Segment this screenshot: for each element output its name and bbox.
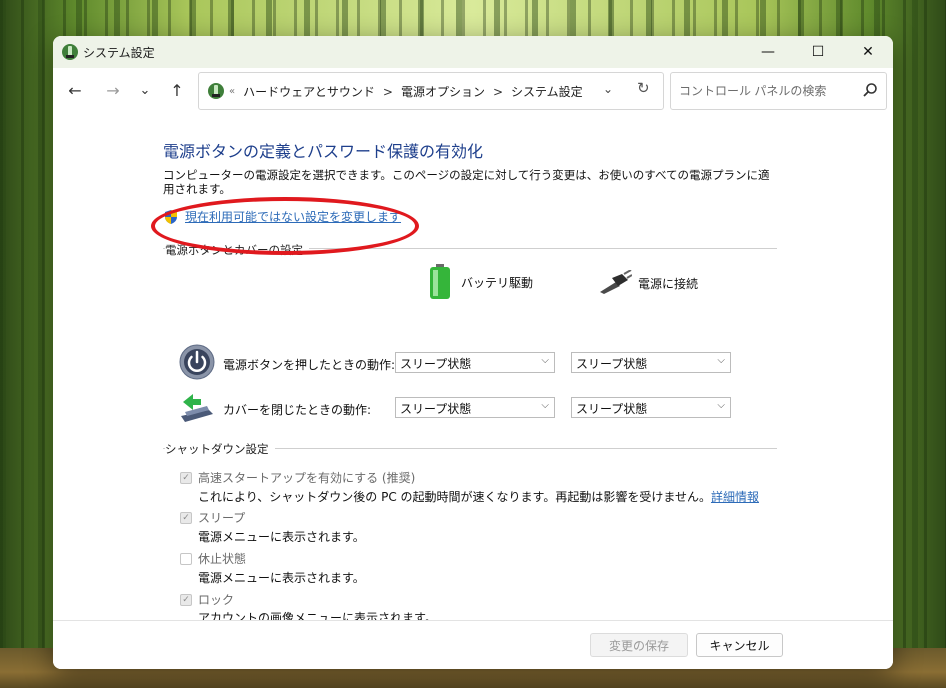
laptop-lid-icon	[181, 394, 213, 422]
select-value: スリープ状態	[400, 357, 472, 371]
address-bar[interactable]: « ハードウェアとサウンド > 電源オプション > システム設定 ⌄ ↻	[198, 72, 664, 110]
sleep-label: スリープ	[198, 511, 246, 525]
chevron-down-icon: ⌵	[541, 355, 549, 366]
lock-checkbox[interactable]: ✓	[180, 594, 192, 606]
battery-column-label: バッテリ駆動	[461, 275, 534, 290]
power-button-action-label: 電源ボタンを押したときの動作:	[223, 358, 396, 372]
lid-close-plugged-select[interactable]: スリープ状態 ⌵	[571, 397, 731, 418]
select-value: スリープ状態	[576, 357, 648, 371]
battery-column-header: バッテリ駆動	[429, 264, 533, 300]
chevron-down-icon: ⌵	[541, 400, 549, 411]
breadcrumb-overflow[interactable]: «	[229, 86, 235, 97]
plugged-column-header: 電源に接続	[598, 270, 698, 296]
hibernate-checkbox[interactable]	[180, 553, 192, 565]
power-plug-icon	[600, 270, 632, 294]
fast-startup-description-text: これにより、シャットダウン後の PC の起動時間が速くなります。再起動は影響を受…	[198, 490, 711, 504]
main-content: 電源ボタンの定義とパスワード保護の有効化 コンピューターの電源設定を選択できます…	[53, 112, 893, 625]
minimize-button[interactable]: —	[745, 36, 791, 68]
chevron-down-icon: ⌵	[717, 400, 725, 411]
forward-button[interactable]: →	[101, 78, 125, 102]
battery-icon	[430, 264, 450, 299]
shutdown-section-title: シャットダウン設定	[165, 441, 275, 457]
lid-close-battery-select[interactable]: スリープ状態 ⌵	[395, 397, 555, 418]
search-input[interactable]	[677, 81, 851, 101]
power-button-battery-select[interactable]: スリープ状態 ⌵	[395, 352, 555, 373]
fast-startup-description: これにより、シャットダウン後の PC の起動時間が速くなります。再起動は影響を受…	[198, 488, 759, 505]
search-icon[interactable]	[862, 82, 878, 98]
window-title: システム設定	[83, 46, 155, 60]
hibernate-description: 電源メニューに表示されます。	[198, 571, 365, 585]
cancel-button[interactable]: キャンセル	[696, 633, 783, 657]
highlight-annotation	[151, 197, 419, 255]
chevron-down-icon[interactable]: ⌄	[603, 82, 613, 96]
power-button-icon	[179, 344, 215, 380]
more-info-link[interactable]: 詳細情報	[711, 490, 759, 504]
close-button[interactable]: ✕	[845, 36, 891, 68]
sleep-description: 電源メニューに表示されます。	[198, 530, 365, 544]
page-title: 電源ボタンの定義とパスワード保護の有効化	[163, 142, 484, 161]
fast-startup-label: 高速スタートアップを有効にする (推奨)	[198, 471, 416, 485]
search-box	[670, 72, 887, 110]
refresh-icon[interactable]: ↻	[637, 79, 650, 97]
breadcrumb-item[interactable]: システム設定	[511, 83, 583, 100]
recent-locations-button[interactable]: ⌄	[133, 78, 157, 102]
hibernate-label: 休止状態	[198, 552, 247, 566]
select-value: スリープ状態	[400, 402, 472, 416]
chevron-down-icon: ⌵	[717, 355, 725, 366]
breadcrumb-item[interactable]: ハードウェアとサウンド	[243, 83, 375, 100]
chevron-right-icon: >	[492, 84, 504, 99]
up-button[interactable]: ↑	[165, 78, 189, 102]
lid-close-action-label: カバーを閉じたときの動作:	[223, 403, 372, 417]
breadcrumb: « ハードウェアとサウンド > 電源オプション > システム設定	[229, 83, 583, 100]
page-description: コンピューターの電源設定を選択できます。このページの設定に対して行う変更は、お使…	[163, 168, 770, 196]
select-value: スリープ状態	[576, 402, 648, 416]
chevron-right-icon: >	[382, 84, 393, 99]
footer: 変更の保存 キャンセル	[53, 621, 893, 669]
lock-label: ロック	[198, 593, 235, 607]
back-button[interactable]: ←	[63, 78, 87, 102]
fast-startup-checkbox[interactable]: ✓	[180, 472, 192, 484]
plugged-column-label: 電源に接続	[638, 276, 699, 291]
system-settings-window: システム設定 — ☐ ✕ ← → ⌄ ↑ « ハードウェアとサウンド > 電源オ…	[53, 36, 893, 669]
power-options-icon	[62, 44, 78, 60]
save-changes-button[interactable]: 変更の保存	[590, 633, 688, 657]
maximize-button[interactable]: ☐	[795, 36, 841, 68]
power-button-plugged-select[interactable]: スリープ状態 ⌵	[571, 352, 731, 373]
power-options-icon	[208, 83, 224, 99]
breadcrumb-item[interactable]: 電源オプション	[401, 83, 485, 100]
navigation-bar: ← → ⌄ ↑ « ハードウェアとサウンド > 電源オプション > システム設定…	[53, 68, 893, 112]
sleep-checkbox[interactable]: ✓	[180, 512, 192, 524]
title-bar: システム設定 — ☐ ✕	[53, 36, 893, 68]
